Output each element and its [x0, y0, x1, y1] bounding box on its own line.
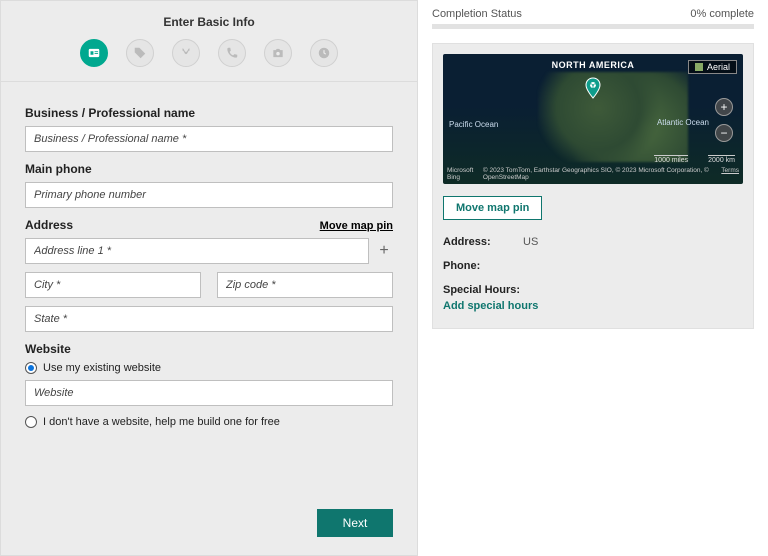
website-existing-radio[interactable] [25, 362, 37, 374]
step-clock-icon[interactable] [310, 39, 338, 67]
form-panel: Enter Basic Info Business / Professional [0, 0, 418, 556]
business-name-label: Business / Professional name [25, 106, 393, 120]
completion-progress [432, 24, 754, 29]
completion-value: 0% complete [690, 8, 754, 20]
zoom-in-button[interactable]: + [715, 98, 733, 116]
map-atlantic-label: Atlantic Ocean [657, 118, 709, 127]
map-layer-toggle[interactable]: Aerial [688, 60, 737, 74]
step-info-icon[interactable] [80, 39, 108, 67]
step-phone-icon[interactable] [218, 39, 246, 67]
preview-hours-label: Special Hours: [443, 284, 520, 296]
scale-miles: 1000 miles [654, 155, 688, 164]
attr-terms-link[interactable]: Terms [721, 167, 739, 181]
add-address-line-button[interactable]: + [375, 242, 393, 260]
map-scale: 1000 miles 2000 km [654, 155, 735, 164]
step-tag-icon[interactable] [126, 39, 154, 67]
website-label: Website [25, 342, 393, 356]
address-label: Address [25, 218, 73, 232]
map-preview[interactable]: NORTH AMERICA Pacific Ocean Atlantic Oce… [443, 54, 743, 184]
step-camera-icon[interactable] [264, 39, 292, 67]
move-map-pin-link[interactable]: Move map pin [320, 220, 393, 232]
address-line1-input[interactable] [25, 238, 369, 264]
form-body: Business / Professional name Main phone … [1, 82, 417, 448]
main-phone-label: Main phone [25, 162, 393, 176]
attr-sources: © 2023 TomTom, Earthstar Geographics SIO… [483, 167, 721, 181]
step-indicator [1, 39, 417, 82]
preview-address-value: US [523, 236, 538, 248]
zoom-out-button[interactable]: − [715, 124, 733, 142]
header: Enter Basic Info [1, 1, 417, 82]
map-region-label: NORTH AMERICA [552, 60, 635, 70]
website-none-radio[interactable] [25, 416, 37, 428]
move-map-pin-button[interactable]: Move map pin [443, 196, 542, 220]
map-attribution: Microsoft Bing © 2023 TomTom, Earthstar … [447, 167, 739, 181]
map-pin-icon[interactable] [581, 76, 605, 100]
preview-phone-label: Phone: [443, 260, 499, 272]
preview-card: NORTH AMERICA Pacific Ocean Atlantic Oce… [432, 43, 754, 329]
zip-input[interactable] [217, 272, 393, 298]
add-special-hours-link[interactable]: Add special hours [443, 300, 743, 312]
preview-address-label: Address: [443, 236, 499, 248]
page-title: Enter Basic Info [1, 15, 417, 29]
website-existing-label: Use my existing website [43, 362, 161, 374]
aerial-label: Aerial [707, 62, 730, 72]
preview-panel: Completion Status 0% complete NORTH AMER… [418, 0, 768, 556]
step-route-icon[interactable] [172, 39, 200, 67]
city-input[interactable] [25, 272, 201, 298]
map-landmass [538, 72, 688, 162]
business-name-input[interactable] [25, 126, 393, 152]
map-pacific-label: Pacific Ocean [449, 120, 498, 129]
main-phone-input[interactable] [25, 182, 393, 208]
website-input[interactable] [25, 380, 393, 406]
next-button[interactable]: Next [317, 509, 393, 537]
completion-label: Completion Status [432, 8, 522, 20]
state-input[interactable] [25, 306, 393, 332]
website-none-label: I don't have a website, help me build on… [43, 416, 280, 428]
attr-brand: Microsoft Bing [447, 167, 483, 181]
scale-km: 2000 km [708, 155, 735, 164]
